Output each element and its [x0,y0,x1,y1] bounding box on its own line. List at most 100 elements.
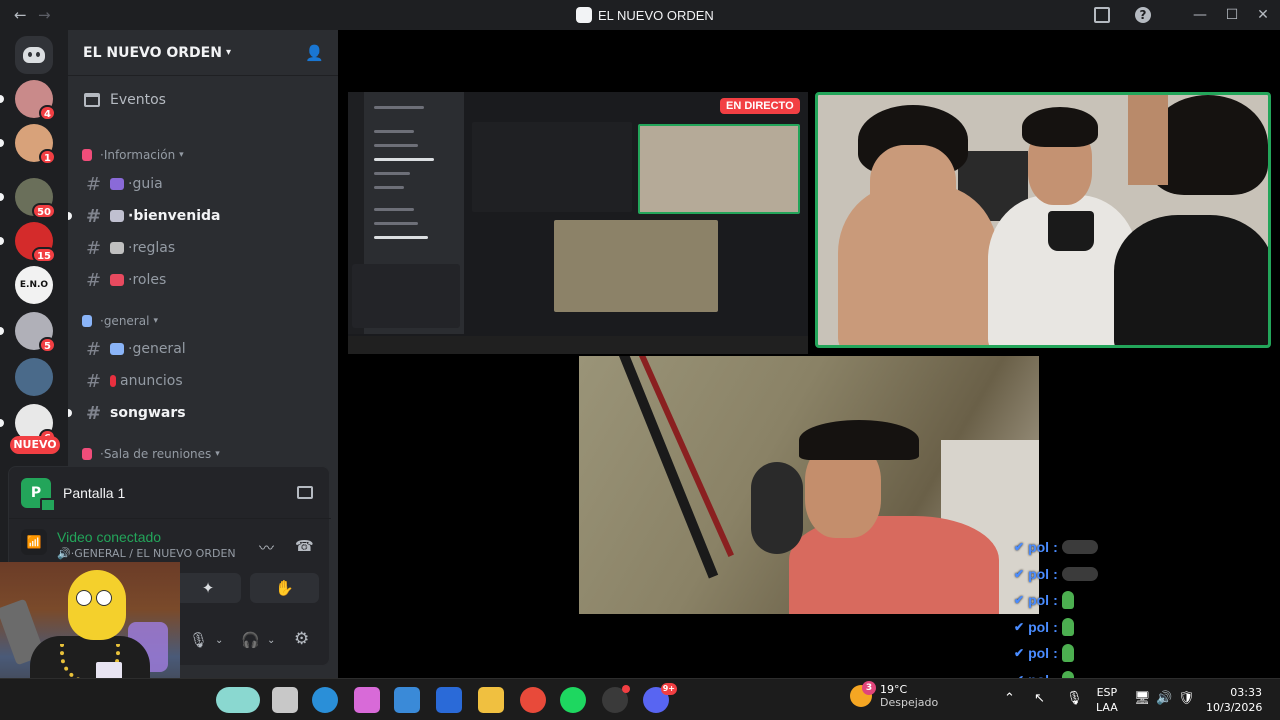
store-icon[interactable] [394,687,420,713]
spotify-icon[interactable] [560,687,586,713]
server-icon-5[interactable]: E.N.O [15,266,53,304]
screen-share-row[interactable]: P Pantalla 1 [9,467,331,519]
mini-line [374,158,434,161]
chevron-down-icon[interactable]: ⌄ [215,635,223,646]
server-icon-4[interactable]: 15 [0,222,56,263]
server-icon-7[interactable] [15,358,53,396]
server-avatar: E.N.O [15,266,53,304]
channel-emoji-icon [110,210,124,222]
channel-label: ·bienvenida [128,208,221,224]
webcam-tile-speaking[interactable] [815,92,1271,348]
screen-share-tile[interactable] [348,92,808,354]
outlook-icon[interactable] [436,687,462,713]
minimize-icon[interactable]: — [1192,7,1208,23]
mention-badge: 4 [39,105,56,121]
webcam-tile[interactable] [579,356,1039,614]
microphone-tray-icon[interactable]: 🎙 [1066,691,1083,706]
back-arrow-icon[interactable]: ← [14,6,27,24]
disconnect-icon[interactable]: ☎ [295,537,314,555]
hash-icon: # [86,402,102,424]
mention-badge: 50 [32,203,56,219]
edge-icon[interactable] [312,687,338,713]
mini-nested-share [472,122,632,212]
chat-separator: : [1053,539,1058,555]
category-label: ·Información [100,148,176,162]
help-icon[interactable]: ? [1135,7,1151,23]
widgets-icon[interactable] [216,687,260,713]
chat-message: ✔pol: [1014,616,1074,638]
mention-badge: 1 [39,149,56,165]
voice-channel-path[interactable]: 🔊·GENERAL / EL NUEVO ORDEN [57,547,236,560]
mini-line [374,144,418,147]
weather-widget[interactable]: 3 19°C Despejado [850,681,939,709]
signal-icon: 📶 [21,529,47,555]
server-icon-2[interactable]: 1 [0,124,56,165]
category-informacion[interactable]: ·Información ▾ [82,148,184,162]
server-icon-1[interactable]: 4 [0,80,56,121]
volume-icon[interactable]: 🔊 [1156,691,1172,706]
inbox-icon[interactable] [1094,7,1110,23]
mini-line [374,222,418,225]
discord-home-button[interactable] [15,36,53,74]
mini-cam-2 [554,220,718,312]
headset-icon[interactable]: 🎧 [241,631,260,649]
invite-people-icon[interactable]: 👤 [305,44,324,62]
discord-icon[interactable]: 9+ [643,683,677,713]
sticker-eye [96,590,112,606]
file-explorer-blank-icon[interactable] [272,687,298,713]
server-header[interactable]: EL NUEVO ORDEN ▾ 👤 [68,30,338,76]
mini-voice-panel [352,264,460,328]
channel-bienvenida[interactable]: # ·bienvenida [68,202,330,230]
forward-arrow-icon[interactable]: → [38,6,51,24]
copilot-icon[interactable] [354,687,380,713]
channel-roles[interactable]: # ·roles [76,266,330,294]
server-avatar [15,358,53,396]
obs-icon[interactable] [602,685,630,713]
chevron-down-icon: ▾ [225,47,231,58]
window-title: EL NUEVO ORDEN [598,7,714,23]
chat-separator: : [1053,618,1058,635]
mini-line [374,172,410,175]
chevron-down-icon: ▾ [215,449,220,459]
chat-username: pol [1028,539,1050,555]
file-explorer-icon[interactable] [478,687,504,713]
popout-icon[interactable] [297,486,313,499]
category-label: ·general [100,314,150,328]
channel-guia[interactable]: # ·guia [76,170,330,198]
category-sala-de-reuniones[interactable]: ·Sala de reuniones ▾ [82,447,220,461]
chat-emote-icon [1061,591,1074,610]
server-name: EL NUEVO ORDEN [83,44,222,61]
chat-emote-icon [1061,617,1074,636]
events-item[interactable]: Eventos [84,92,166,108]
voice-connection-status: 📶 Video conectado 🔊·GENERAL / EL NUEVO O… [21,529,236,560]
verified-check-icon: ✔ [1014,593,1025,608]
new-badge: NUEVO [10,436,60,454]
soundboard-button[interactable]: ✋ [250,573,319,603]
voice-status-title[interactable]: Video conectado [57,529,236,545]
battery-icon[interactable]: 🛡 [1178,691,1195,706]
clock[interactable]: 03:33 10/3/2026 [1206,685,1262,715]
verified-check-icon: ✔ [1014,619,1025,634]
channel-songwars[interactable]: # songwars [68,399,330,427]
video-stage: EN DIRECTO [338,30,1280,678]
server-icon-6[interactable]: 5 [0,312,56,353]
gear-icon[interactable]: ⚙ [294,629,309,649]
mini-taskbar [348,336,808,354]
language-indicator[interactable]: ESP LAA [1096,685,1118,715]
network-icon[interactable]: 🖥 [1134,691,1151,706]
microphone-icon[interactable]: 🎙 [189,631,208,649]
channel-general[interactable]: # ·general [76,335,330,363]
category-general[interactable]: ·general ▾ [82,314,158,328]
chevron-down-icon[interactable]: ⌄ [267,635,275,646]
chevron-down-icon: ▾ [179,150,184,160]
channel-reglas[interactable]: # ·reglas [76,234,330,262]
chrome-icon[interactable] [520,687,546,713]
close-icon[interactable]: ✕ [1255,7,1271,23]
chevron-up-icon[interactable]: ⌃ [1004,691,1015,706]
server-icon-3[interactable]: 50 [0,178,56,219]
channel-anuncios[interactable]: # anuncios [76,367,330,395]
noise-suppression-icon[interactable]: 〰 [259,537,274,558]
activity-button[interactable]: ✦ [175,573,241,603]
maximize-icon[interactable]: ☐ [1224,7,1240,23]
weather-description: Despejado [880,696,939,709]
